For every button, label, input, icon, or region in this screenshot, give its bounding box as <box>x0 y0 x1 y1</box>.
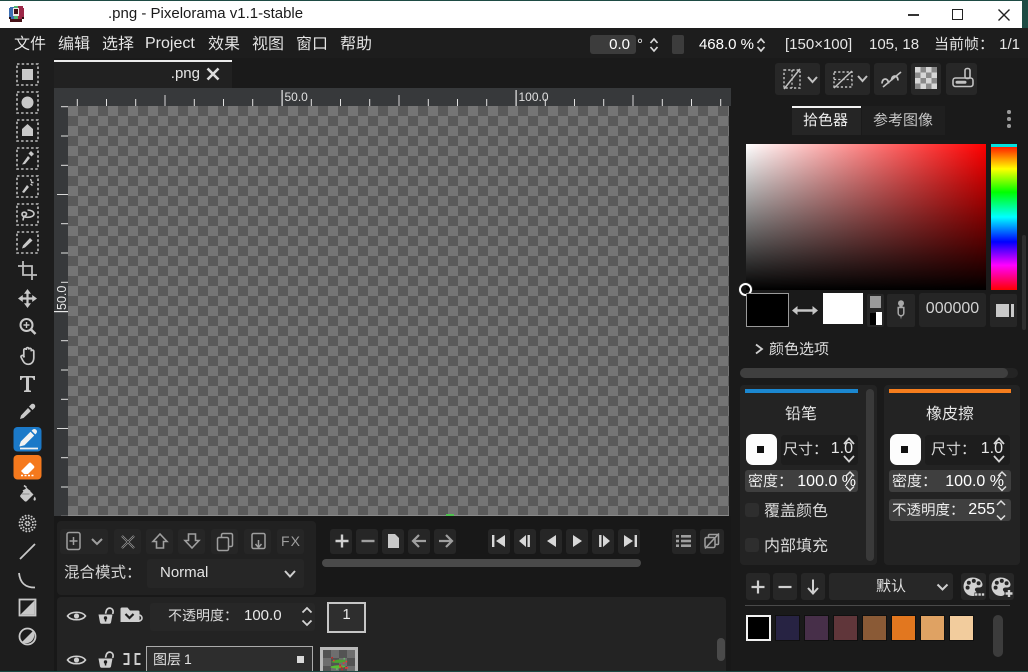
svg-text:50.0: 50.0 <box>285 90 309 104</box>
svg-text:100.0: 100.0 <box>519 90 549 104</box>
